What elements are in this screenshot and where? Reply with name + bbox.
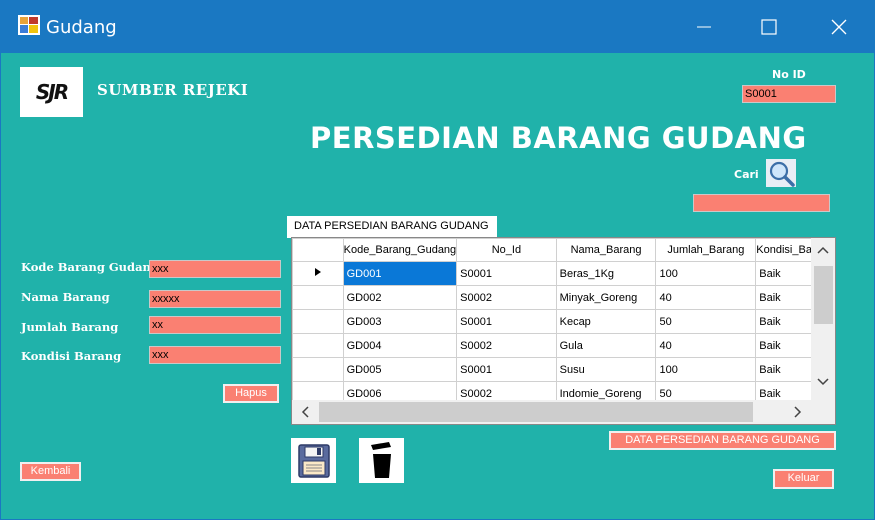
kondisi-barang-label: Kondisi Barang [21, 349, 122, 363]
save-button[interactable] [291, 438, 336, 483]
cari-label: Cari [734, 168, 759, 181]
table-cell[interactable]: Beras_1Kg [555, 261, 657, 286]
scroll-down-icon[interactable] [817, 378, 829, 386]
minimize-icon [697, 26, 711, 28]
row-header-corner [292, 238, 344, 262]
trash-icon [370, 441, 391, 478]
group-title: DATA PERSEDIAN BARANG GUDANG [287, 216, 497, 238]
row-header[interactable] [292, 333, 344, 358]
row-header[interactable] [292, 357, 344, 382]
data-persedian-button[interactable]: DATA PERSEDIAN BARANG GUDANG [609, 431, 836, 450]
scroll-up-icon[interactable] [817, 246, 829, 254]
grid-table: Kode_Barang_Gudang No_Id Nama_Barang Jum… [292, 238, 835, 406]
table-cell[interactable]: S0001 [456, 309, 557, 334]
kondisi-barang-field[interactable]: xxx [149, 346, 281, 364]
no-id-label: No ID [772, 68, 806, 81]
table-row[interactable]: GD001 S0001 Beras_1Kg 100 Baik [292, 261, 835, 286]
hapus-button[interactable]: Hapus [223, 384, 279, 403]
grid-header-row: Kode_Barang_Gudang No_Id Nama_Barang Jum… [292, 238, 835, 262]
current-row-arrow-icon [314, 268, 321, 276]
page-title: PERSEDIAN BARANG GUDANG [310, 121, 807, 155]
table-cell[interactable]: GD002 [342, 285, 458, 310]
table-cell[interactable]: 100 [655, 261, 757, 286]
table-row[interactable]: GD004 S0002 Gula 40 Baik [292, 333, 835, 358]
save-icon [297, 443, 330, 478]
table-cell[interactable]: 100 [655, 357, 757, 382]
nama-barang-label: Nama Barang [21, 290, 110, 304]
row-header[interactable] [292, 261, 344, 286]
table-cell[interactable]: Susu [555, 357, 657, 382]
app-icon [18, 15, 40, 35]
column-header[interactable]: Kode_Barang_Gudang [342, 238, 458, 262]
kode-barang-label: Kode Barang Gudang [21, 260, 159, 274]
maximize-button[interactable] [746, 11, 792, 43]
table-row[interactable]: GD002 S0002 Minyak_Goreng 40 Baik [292, 285, 835, 310]
table-cell[interactable]: S0002 [456, 333, 557, 358]
table-row[interactable]: GD005 S0001 Susu 100 Baik [292, 357, 835, 382]
jumlah-barang-label: Jumlah Barang [21, 320, 119, 334]
scroll-corner [811, 400, 835, 424]
table-cell[interactable]: Kecap [555, 309, 657, 334]
close-button[interactable] [816, 11, 862, 43]
logo-text: SJR [35, 80, 69, 104]
data-grid[interactable]: Kode_Barang_Gudang No_Id Nama_Barang Jum… [291, 237, 836, 425]
table-cell[interactable]: Minyak_Goreng [555, 285, 657, 310]
logo: SJR [20, 67, 83, 117]
table-cell[interactable]: S0001 [456, 357, 557, 382]
table-cell[interactable]: Gula [555, 333, 657, 358]
app-window: Gudang SJR SUMBER REJEKI PERSEDIAN BARAN… [0, 0, 875, 520]
maximize-icon [761, 19, 777, 35]
kode-barang-field[interactable]: xxx [149, 260, 281, 278]
table-cell[interactable]: 40 [655, 285, 757, 310]
delete-button[interactable] [359, 438, 404, 483]
column-header[interactable]: Nama_Barang [555, 238, 657, 262]
no-id-field[interactable]: S0001 [742, 85, 836, 103]
title-bar: Gudang [1, 1, 874, 53]
window-title: Gudang [46, 17, 117, 38]
row-header[interactable] [292, 285, 344, 310]
column-header[interactable]: Jumlah_Barang [655, 238, 757, 262]
close-icon [831, 19, 847, 35]
table-cell[interactable]: S0001 [456, 261, 557, 286]
horizontal-scroll-thumb[interactable] [319, 402, 753, 422]
table-cell[interactable]: GD003 [342, 309, 458, 334]
table-cell[interactable]: 40 [655, 333, 757, 358]
table-cell[interactable]: 50 [655, 309, 757, 334]
table-cell[interactable]: S0002 [456, 285, 557, 310]
scroll-right-icon[interactable] [794, 406, 802, 418]
keluar-button[interactable]: Keluar [773, 469, 834, 489]
table-row[interactable]: GD003 S0001 Kecap 50 Baik [292, 309, 835, 334]
minimize-button[interactable] [681, 11, 727, 43]
search-icon[interactable] [766, 159, 796, 187]
scroll-left-icon[interactable] [301, 406, 309, 418]
table-cell[interactable]: GD004 [342, 333, 458, 358]
kembali-button[interactable]: Kembali [20, 462, 81, 481]
table-cell[interactable]: GD005 [342, 357, 458, 382]
jumlah-barang-field[interactable]: xx [149, 316, 281, 334]
column-header[interactable]: No_Id [456, 238, 557, 262]
row-header[interactable] [292, 309, 344, 334]
nama-barang-field[interactable]: xxxxx [149, 290, 281, 308]
brand-name: SUMBER REJEKI [97, 81, 249, 99]
horizontal-scrollbar[interactable] [292, 400, 811, 424]
table-cell[interactable]: GD001 [342, 261, 458, 286]
search-field[interactable] [693, 194, 830, 212]
vertical-scroll-thumb[interactable] [814, 266, 833, 324]
vertical-scrollbar[interactable] [811, 238, 835, 401]
